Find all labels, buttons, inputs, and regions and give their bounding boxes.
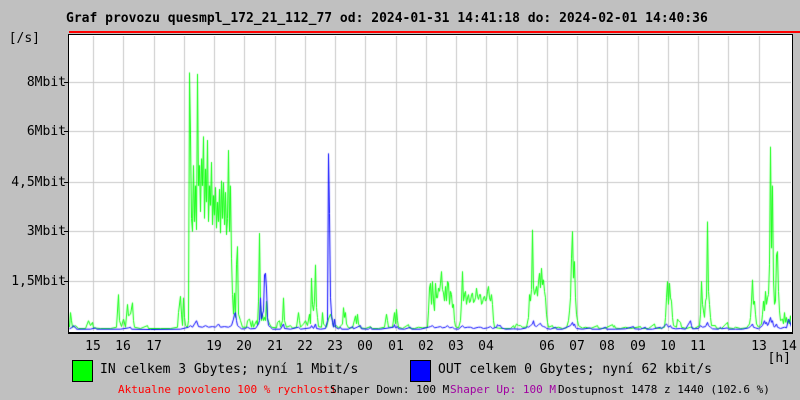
footer-shaper-down: Shaper Down: 100 M	[330, 383, 450, 396]
x-tick-label: 04	[478, 339, 494, 354]
y-tick-label: 3Mbit	[26, 224, 66, 239]
x-tick-label: 06	[539, 339, 555, 354]
x-axis-unit-label: [h]	[767, 351, 791, 366]
legend-out-swatch	[410, 360, 431, 382]
plot-area	[68, 34, 793, 334]
x-tick-label: 19	[206, 339, 222, 354]
x-tick-label: 10	[660, 339, 676, 354]
x-tick-label: 07	[569, 339, 585, 354]
x-tick-label: 09	[630, 339, 646, 354]
y-tick-mark	[64, 131, 69, 132]
x-tick-label: 08	[599, 339, 615, 354]
legend-out-label: OUT celkem 0 Gbytes; nyní 62 kbit/s	[438, 362, 712, 377]
y-tick-label: 8Mbit	[26, 75, 66, 90]
x-tick-label: 21	[267, 339, 283, 354]
footer-allowed-speed: Aktualne povoleno 100 % rychlosti	[118, 383, 337, 396]
legend-in-label: IN celkem 3 Gbytes; nyní 1 Mbit/s	[100, 362, 359, 377]
x-tick-label: 11	[690, 339, 706, 354]
x-tick-label: 01	[388, 339, 404, 354]
x-tick-label: 20	[236, 339, 252, 354]
legend-in-swatch	[72, 360, 93, 382]
max-limit-line	[69, 31, 800, 33]
traffic-graph-page: Graf provozu quesmpl_172_21_112_77 od: 2…	[0, 0, 800, 400]
x-tick-label: 22	[297, 339, 313, 354]
x-tick-label: 16	[115, 339, 131, 354]
y-tick-label: 1,5Mbit	[11, 274, 66, 289]
graph-title: Graf provozu quesmpl_172_21_112_77 od: 2…	[66, 11, 708, 26]
traffic-canvas	[69, 36, 791, 331]
footer-shaper-up: Shaper Up: 100 M	[450, 383, 556, 396]
x-tick-label: 15	[85, 339, 101, 354]
footer-availability: Dostupnost 1478 z 1440 (102.6 %)	[558, 383, 770, 396]
x-tick-label: 00	[357, 339, 373, 354]
y-tick-mark	[64, 182, 69, 183]
x-tick-label: 03	[448, 339, 464, 354]
x-tick-label: 17	[146, 339, 162, 354]
x-tick-label: 02	[418, 339, 434, 354]
y-tick-mark	[64, 281, 69, 282]
x-tick-label: 23	[327, 339, 343, 354]
y-tick-mark	[64, 231, 69, 232]
y-tick-label: 4,5Mbit	[11, 175, 66, 190]
y-tick-mark	[64, 82, 69, 83]
y-axis-unit-label: [/s]	[8, 31, 40, 46]
y-tick-label: 6Mbit	[26, 124, 66, 139]
